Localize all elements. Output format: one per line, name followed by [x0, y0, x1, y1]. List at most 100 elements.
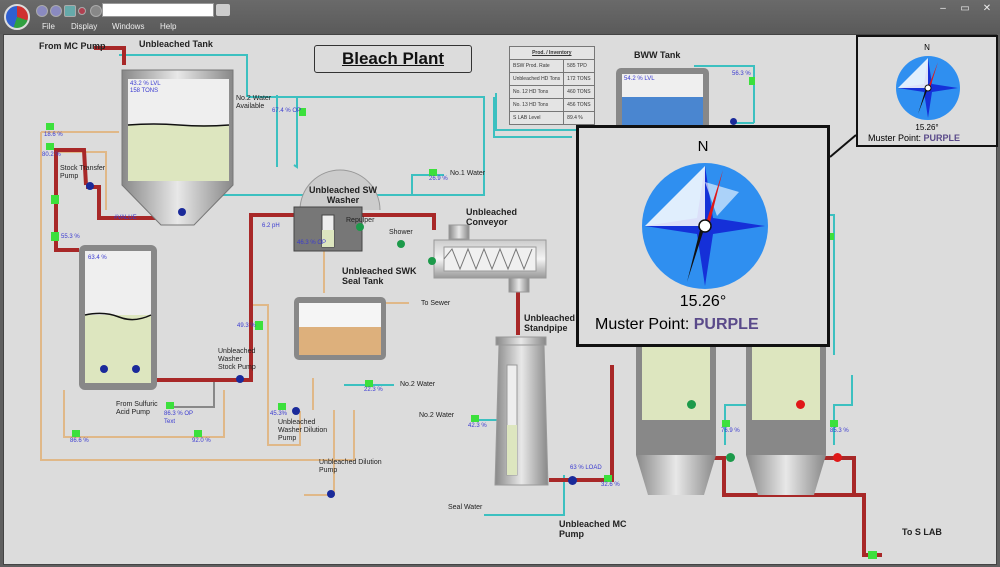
app-logo-icon[interactable]	[4, 4, 30, 30]
label-from-mc-pump: From MC Pump	[39, 41, 106, 51]
back-icon[interactable]	[36, 5, 48, 17]
pump-load-value: 63 % LOAD	[570, 465, 602, 471]
compass-north-label: N	[924, 43, 930, 52]
hd13-pump-icon[interactable]	[833, 453, 842, 462]
valve-icon[interactable]	[51, 195, 59, 204]
valve-icon[interactable]	[471, 415, 479, 422]
valve-value: 32.6 %	[601, 482, 620, 488]
refresh-icon[interactable]	[90, 5, 102, 17]
agitator-1-icon[interactable]	[100, 365, 108, 373]
row-label: BSW Prod. Rate	[508, 59, 565, 73]
valve-value: 26.9 %	[429, 176, 448, 182]
label-repulper: Repulper	[346, 217, 375, 224]
valve-icon[interactable]	[46, 123, 54, 130]
row-value: 460 TONS	[563, 85, 595, 99]
compass-panel-large[interactable]: N 15.26° Muster Point: PURPLE	[576, 125, 830, 347]
washer-stock-pump-icon[interactable]	[236, 375, 244, 383]
valve-value: 86.3 % OP	[164, 411, 194, 417]
row-label: No. 12 HD Tons	[508, 85, 565, 99]
forward-icon[interactable]	[50, 5, 62, 17]
address-input[interactable]	[102, 3, 214, 17]
valve-icon[interactable]	[166, 402, 174, 409]
hd13-agitator-icon[interactable]	[796, 400, 805, 409]
stock-transfer-pump-icon[interactable]	[86, 182, 94, 190]
compass-rose-icon	[896, 56, 960, 120]
menu-display[interactable]: Display	[71, 22, 97, 31]
label-mc-pump: Unbleached MC Pump	[559, 519, 627, 540]
menu-file[interactable]: File	[42, 22, 55, 31]
compass-rose-icon	[642, 163, 768, 289]
row-label: Unbleached HD Tons	[508, 72, 565, 86]
muster-value: PURPLE	[693, 316, 759, 333]
stop-icon[interactable]	[78, 7, 86, 15]
valve-icon[interactable]	[51, 232, 59, 241]
tank-tons-value: 158 TONS	[130, 88, 159, 94]
table-row: No. 12 HD Tons 460 TONS	[508, 85, 595, 99]
bww-pump-icon[interactable]	[730, 118, 737, 125]
label-no2-water-available: No.2 Water Available	[236, 95, 272, 111]
valve-value: 92.0 %	[192, 438, 211, 444]
valve-icon[interactable]	[868, 551, 877, 559]
valve-value: 18.6 %	[44, 132, 63, 138]
menu-help[interactable]: Help	[160, 22, 176, 31]
valve-icon[interactable]	[749, 77, 755, 85]
table-row: Unbleached HD Tons 172 TONS	[508, 72, 595, 86]
label-to-sewer: To Sewer	[421, 300, 451, 307]
page-title: Bleach Plant	[314, 45, 472, 73]
mc-pump-icon[interactable]	[568, 476, 577, 485]
label-washer-dilution-pump: Unbleached Washer Dilution Pump	[278, 419, 328, 443]
hd-tower-12	[636, 335, 716, 495]
label-standpipe: Unbleached Standpipe	[524, 313, 576, 334]
process-canvas: Bleach Plant Prod. / Inventory BSW Prod.…	[3, 34, 998, 565]
dilution-pump-icon[interactable]	[327, 490, 335, 498]
inventory-title: Prod. / Inventory	[509, 46, 595, 60]
windows-icon[interactable]	[64, 5, 76, 17]
valve-value: 45.3%	[270, 411, 288, 417]
chest-level-value: 63.4 %	[88, 255, 107, 261]
valve-icon[interactable]	[604, 475, 612, 482]
label-stock-transfer-pump: Stock Transfer Pump	[60, 165, 106, 181]
hd12-pump-icon[interactable]	[726, 453, 735, 462]
compass-heading-value: 15.26°	[679, 293, 727, 310]
minimize-button[interactable]: –	[936, 3, 950, 14]
row-value: 585 TPD	[563, 59, 595, 73]
maximize-button[interactable]: ▭	[958, 3, 972, 14]
label-washer-stock-pump: Unbleached Washer Stock Pump	[218, 348, 256, 372]
hd12-agitator-icon[interactable]	[687, 400, 696, 409]
stock-chest	[79, 245, 157, 390]
menu-windows[interactable]: Windows	[112, 22, 144, 31]
value-placeholder: #VALUE	[114, 215, 137, 221]
washer-dilution-pump-icon[interactable]	[292, 407, 300, 415]
valve-icon[interactable]	[722, 420, 730, 427]
close-button[interactable]: ✕	[980, 3, 994, 14]
valve-icon[interactable]	[429, 169, 437, 176]
valve-value: 22.3 %	[364, 387, 383, 393]
row-value: 172 TONS	[563, 72, 595, 86]
label-unbleached-tank: Unbleached Tank	[139, 39, 213, 49]
valve-icon[interactable]	[255, 321, 263, 330]
address-dropdown-button[interactable]	[216, 4, 230, 16]
valve-icon[interactable]	[830, 420, 838, 427]
valve-icon[interactable]	[194, 430, 202, 437]
inventory-table: Prod. / Inventory BSW Prod. Rate 585 TPD …	[508, 46, 595, 125]
valve-icon[interactable]	[278, 403, 286, 410]
valve-icon[interactable]	[46, 143, 54, 150]
label-sw-washer: Unbleached SW Washer	[309, 185, 378, 206]
process-diagram	[40, 46, 882, 557]
tank-agitator-icon[interactable]	[178, 208, 186, 216]
label-no1-water: No.1 Water	[450, 170, 486, 177]
compass-north-label: N	[697, 138, 709, 155]
ph-value: 6.2 pH	[262, 223, 280, 229]
compass-panel-small[interactable]: N 15.26° Muster Point: PURPLE	[856, 35, 998, 147]
valve-value: 85.3 %	[830, 428, 849, 434]
agitator-2-icon[interactable]	[132, 365, 140, 373]
conveyor-status-icon	[428, 257, 436, 265]
valve-icon[interactable]	[72, 430, 80, 437]
valve-icon[interactable]	[365, 380, 373, 387]
label-no2-water-a: No.2 Water	[400, 381, 436, 388]
label-dilution-pump: Unbleached Dilution Pump	[319, 459, 382, 475]
muster-label: Muster Point:	[595, 316, 690, 333]
washer-op-value: 46.3 % OP	[297, 240, 327, 246]
valve-value: 55.3 %	[61, 234, 80, 240]
valve-value: 86.6 %	[70, 438, 89, 444]
